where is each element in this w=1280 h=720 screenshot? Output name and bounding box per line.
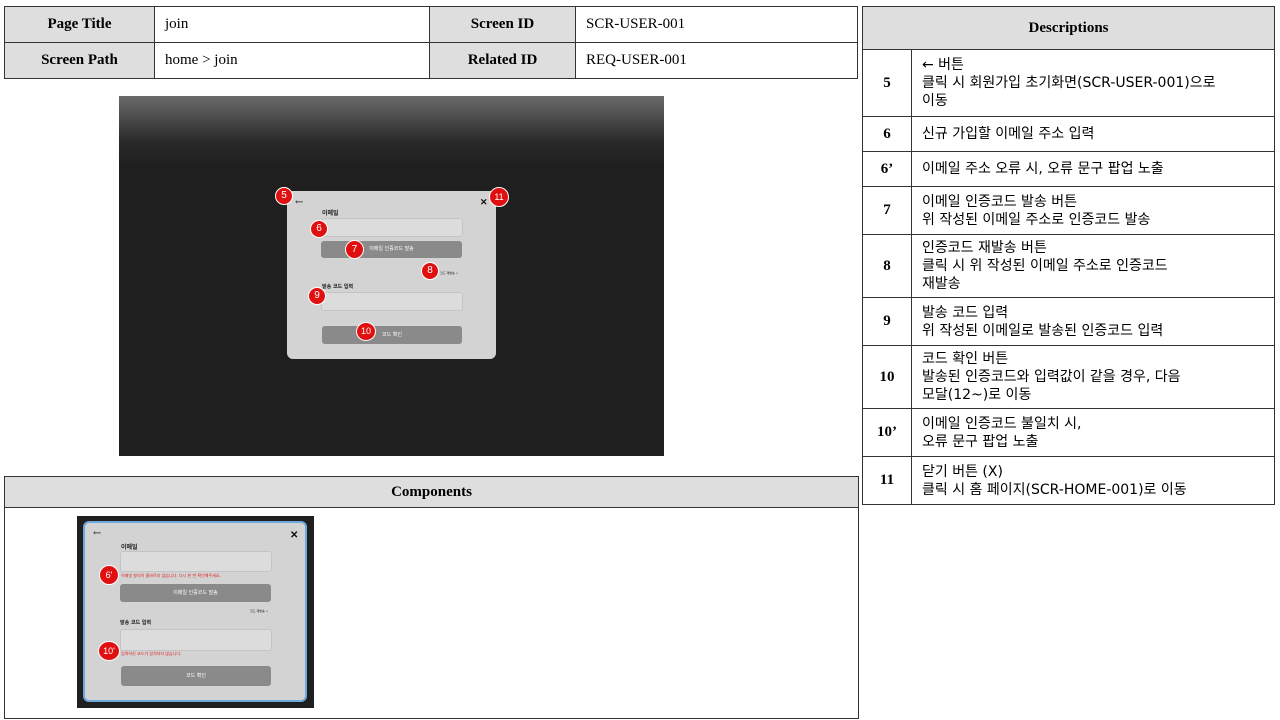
component-send-code-button[interactable]: 이메일 인증코드 발송 [120,584,271,602]
desc-num: 5 [862,49,912,117]
send-code-button[interactable]: 이메일 인증코드 발송 [321,241,462,258]
component-email-label: 이메일 [121,544,138,551]
marker-5: 5 [275,187,293,205]
desc-text: 이메일 인증코드 발송 버튼 위 작성된 이메일 주소로 인증코드 발송 [911,186,1275,235]
resend-code-link[interactable]: 코드 재발송 > [440,271,458,275]
marker-9: 9 [308,287,326,305]
component-close-icon[interactable]: ✕ [290,530,298,541]
components-title: Components [391,483,472,500]
screen-id-label: Screen ID [429,6,576,43]
marker-8: 8 [421,262,439,280]
component-email-input[interactable] [120,551,272,572]
desc-text: 인증코드 재발송 버튼 클릭 시 위 작성된 이메일 주소로 인증코드 재발송 [911,234,1275,298]
desc-num: 11 [862,456,912,505]
marker-7: 7 [345,240,364,259]
desc-text: 이메일 인증코드 불일치 시, 오류 문구 팝업 노출 [911,408,1275,457]
email-label: 이메일 [322,210,339,217]
component-code-label: 발송 코드 입력 [120,620,152,626]
component-resend-link[interactable]: 코드 재발송 > [250,609,268,613]
screen-path-value: home > join [154,42,430,79]
component-confirm-button[interactable]: 코드 확인 [121,666,271,686]
desc-text: 코드 확인 버튼 발송된 인증코드와 입력값이 같을 경우, 다음 모달(12~… [911,345,1275,409]
component-back-arrow-icon[interactable]: ← [93,528,101,539]
descriptions-table: Descriptions 5 ← 버튼 클릭 시 회원가입 초기화면(SCR-US… [862,6,1275,505]
email-input[interactable] [321,218,463,237]
desc-num: 7 [862,186,912,235]
desc-text: ← 버튼 클릭 시 회원가입 초기화면(SCR-USER-001)으로 이동 [911,49,1275,117]
related-id-label: Related ID [429,42,576,79]
related-id-value: REQ-USER-001 [575,42,858,79]
desc-text: 발송 코드 입력 위 작성된 이메일로 발송된 인증코드 입력 [911,297,1275,346]
close-icon[interactable]: ✕ [480,198,488,208]
desc-num: 9 [862,297,912,346]
page-title-value: join [154,6,430,43]
screen-info-table: Page Title join Screen ID SCR-USER-001 S… [4,6,858,79]
component-code-input[interactable] [120,629,272,651]
desc-num: 10 [862,345,912,409]
marker-10: 10 [356,322,376,341]
code-input-label: 발송 코드 입력 [322,284,354,290]
desc-text: 이메일 주소 오류 시, 오류 문구 팝업 노출 [911,151,1275,187]
page-title-label: Page Title [4,6,155,43]
desc-text: 닫기 버튼 (X) 클릭 시 홈 페이지(SCR-HOME-001)로 이동 [911,456,1275,505]
descriptions-title: Descriptions [862,6,1275,50]
marker-10-prime: 10' [98,641,120,661]
components-header: Components [4,476,859,508]
code-input[interactable] [321,292,463,311]
screen-path-label: Screen Path [4,42,155,79]
code-error-message: 입력하신 코드가 일치하지 않습니다. [121,651,182,656]
desc-num: 6’ [862,151,912,187]
email-error-message: 이메일 형식이 올바르지 않습니다. 다시 한 번 확인해주세요. [121,573,221,578]
marker-11: 11 [489,187,509,207]
desc-text: 신규 가입할 이메일 주소 입력 [911,116,1275,152]
confirm-code-button[interactable]: 코드 확인 [322,326,462,344]
desc-num: 8 [862,234,912,298]
desc-num: 10’ [862,408,912,457]
marker-6: 6 [310,220,328,238]
marker-6-prime: 6' [99,565,119,585]
desc-num: 6 [862,116,912,152]
back-arrow-icon[interactable]: ← [295,197,303,208]
screen-id-value: SCR-USER-001 [575,6,858,43]
